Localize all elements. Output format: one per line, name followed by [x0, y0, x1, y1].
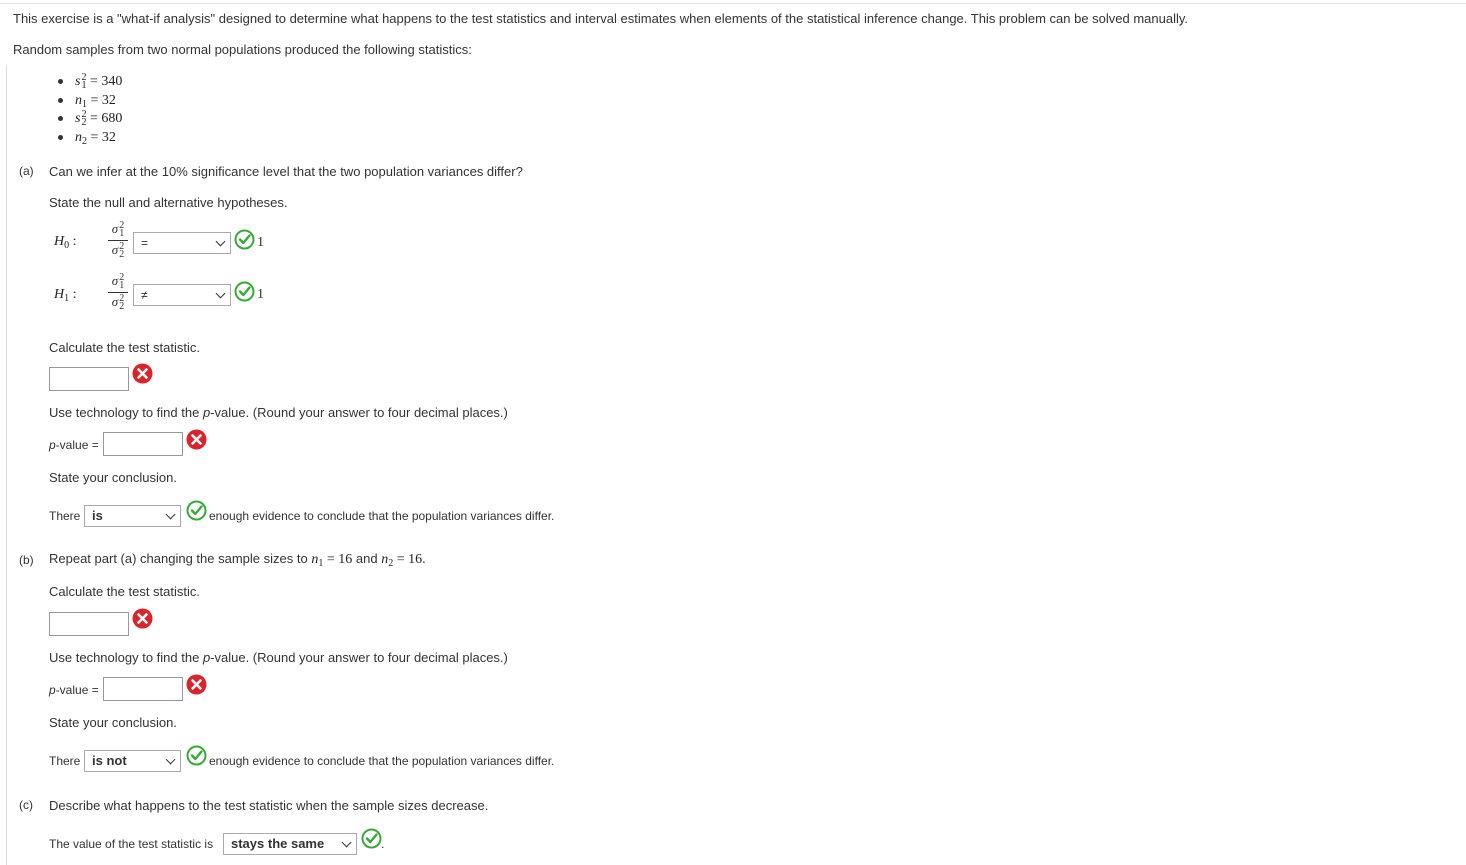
part-a-question: Can we infer at the 10% significance lev… [49, 164, 523, 179]
check-circle-icon [234, 229, 255, 250]
part-c-answer-select[interactable]: stays the same [223, 833, 357, 855]
check-circle-icon [186, 745, 207, 766]
chevron-down-icon [215, 288, 226, 299]
x-circle-icon [186, 429, 207, 450]
top-divider [0, 3, 1466, 4]
part-a-pvalue-label: p-value = [49, 438, 99, 452]
part-b-label: (b) [19, 553, 34, 567]
part-b-conclusion-pre: There [49, 754, 81, 768]
stat-n2: n2 = 32 [58, 128, 122, 147]
h1-label: H1 : [54, 287, 77, 304]
part-a-test-statistic-input[interactable] [49, 367, 129, 391]
part-b-pvalue-input[interactable] [103, 677, 183, 701]
part-a-hypotheses-prompt: State the null and alternative hypothese… [49, 195, 288, 210]
part-b-test-statistic-input[interactable] [49, 612, 129, 636]
chevron-down-icon [165, 754, 176, 765]
part-a-pvalue-input[interactable] [103, 432, 183, 456]
chevron-down-icon [215, 236, 226, 247]
part-c-answer-pre: The value of the test statistic is [49, 837, 214, 851]
part-b-conclusion-prompt: State your conclusion. [49, 715, 177, 730]
question-left-border [6, 65, 7, 865]
h0-points: 1 [257, 235, 264, 250]
part-b-conclusion-select[interactable]: is not [84, 750, 181, 772]
statistics-list: s21 = 340 n1 = 32 s22 = 680 n2 = 32 [58, 72, 122, 147]
check-circle-icon [361, 828, 382, 849]
stat-n1: n1 = 32 [58, 91, 122, 110]
chevron-down-icon [341, 837, 352, 848]
part-c-question: Describe what happens to the test statis… [49, 798, 489, 813]
part-c-label: (c) [19, 798, 33, 812]
part-c-answer-post: . [381, 837, 385, 851]
part-a-conclusion-pre: There [49, 509, 81, 523]
part-a-conclusion-select[interactable]: is [84, 505, 181, 527]
stat-s1-squared: s21 = 340 [58, 72, 122, 91]
part-a-calc-prompt: Calculate the test statistic. [49, 340, 201, 355]
part-a-label: (a) [19, 164, 34, 178]
chevron-down-icon [165, 509, 176, 520]
h0-label: H0 : [54, 234, 77, 251]
part-b-calc-prompt: Calculate the test statistic. [49, 584, 201, 599]
h1-variance-ratio: σ21 σ22 [108, 273, 128, 312]
h1-points: 1 [257, 287, 264, 302]
part-a-pvalue-prompt: Use technology to find the p-value. (Rou… [49, 405, 508, 420]
part-a-conclusion-post: enough evidence to conclude that the pop… [209, 509, 555, 523]
part-b-conclusion-post: enough evidence to conclude that the pop… [209, 754, 555, 768]
intro-text: This exercise is a "what-if analysis" de… [13, 11, 1189, 26]
samples-text: Random samples from two normal populatio… [13, 42, 472, 57]
stat-s2-squared: s22 = 680 [58, 109, 122, 128]
x-circle-icon [132, 608, 153, 629]
h0-variance-ratio: σ21 σ22 [108, 221, 128, 260]
x-circle-icon [186, 674, 207, 695]
part-b-pvalue-label: p-value = [49, 683, 99, 697]
part-a-conclusion-prompt: State your conclusion. [49, 470, 177, 485]
part-b-question: Repeat part (a) changing the sample size… [49, 551, 426, 569]
h1-relation-select[interactable]: ≠ [133, 284, 231, 306]
part-b-pvalue-prompt: Use technology to find the p-value. (Rou… [49, 650, 508, 665]
x-circle-icon [132, 363, 153, 384]
check-circle-icon [234, 281, 255, 302]
check-circle-icon [186, 500, 207, 521]
h0-relation-select[interactable]: = [133, 232, 231, 254]
